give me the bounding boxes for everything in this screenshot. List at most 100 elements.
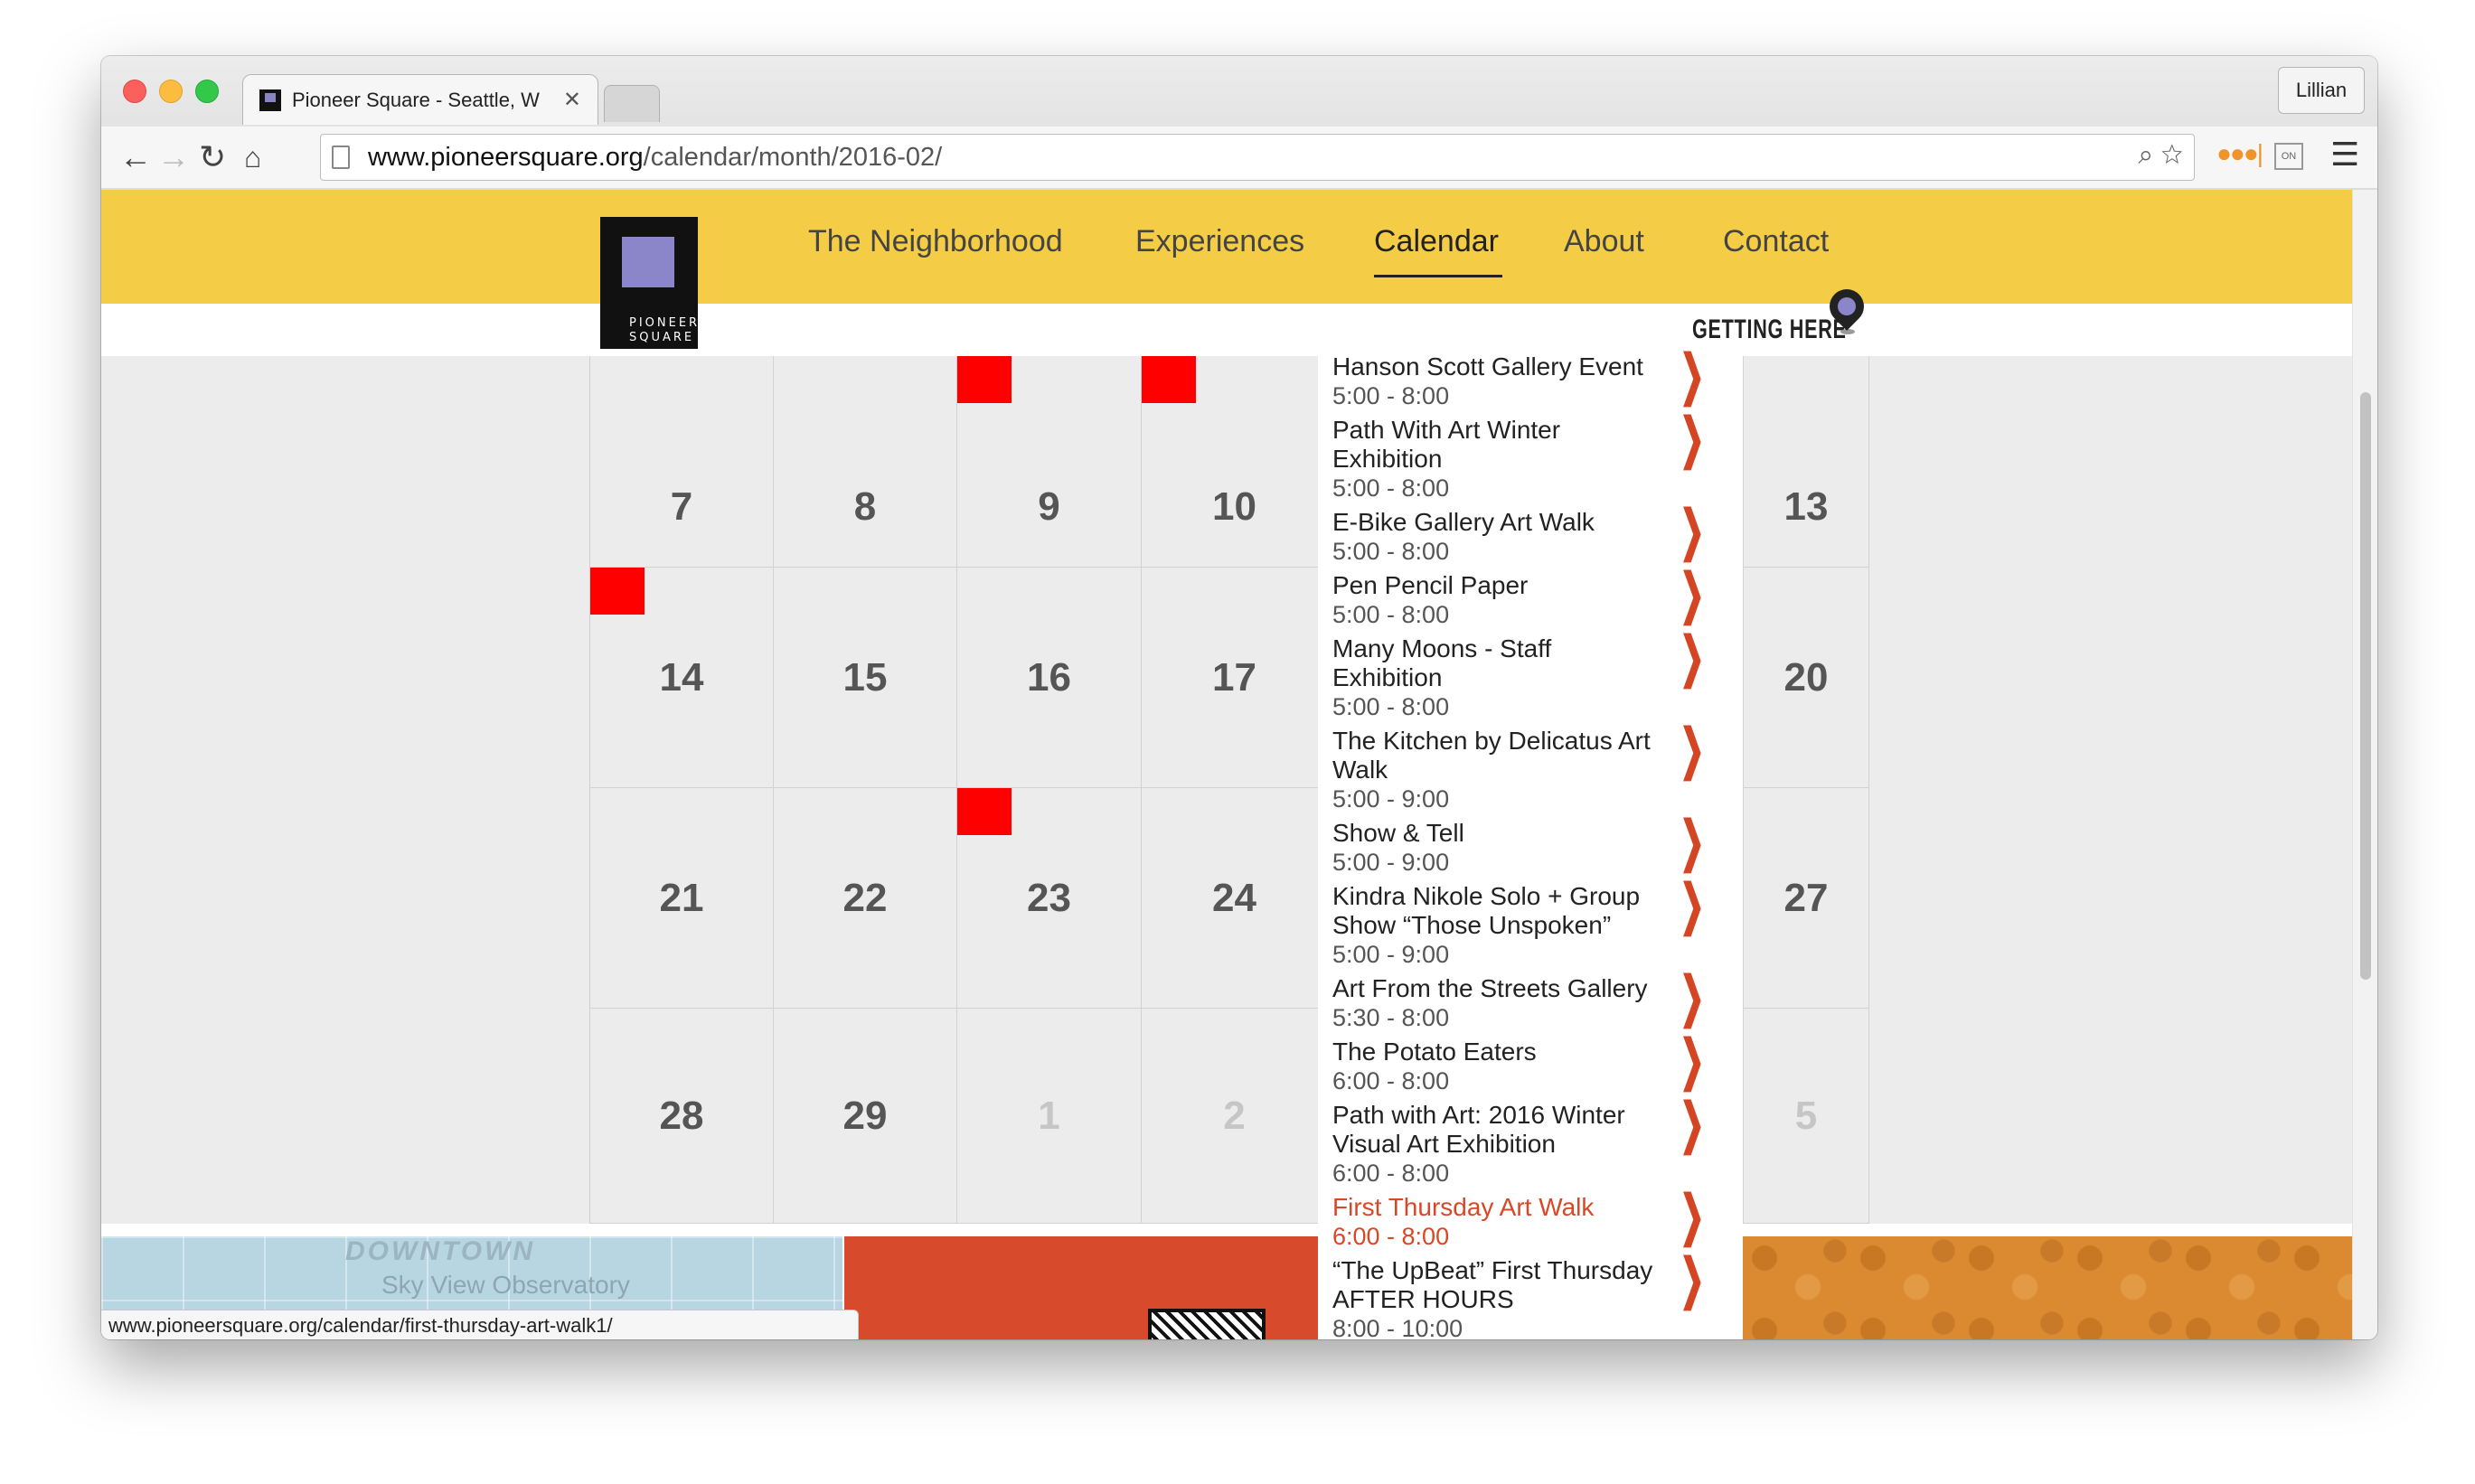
event-list-item[interactable]: Path With Art Winter Exhibition 5:00 - 8:… (1332, 411, 1739, 502)
nav-the-neighborhood[interactable]: The Neighborhood (808, 224, 1063, 259)
chevron-right-icon[interactable]: ❯ (1680, 878, 1705, 932)
event-time: 5:00 - 8:00 (1332, 693, 1450, 720)
event-list-item[interactable]: First Thursday Art Walk 6:00 - 8:00 ❯ (1332, 1188, 1739, 1251)
map-label-downtown: DOWNTOWN (345, 1236, 536, 1266)
close-tab-icon[interactable]: ✕ (563, 87, 581, 113)
calendar-day-cell[interactable]: 16 (957, 568, 1142, 788)
calendar-day-cell[interactable]: 13 (1744, 356, 1868, 568)
event-list-item[interactable]: Kindra Nikole Solo + Group Show “Those U… (1332, 878, 1739, 969)
event-list-item[interactable]: The Kitchen by Delicatus Art Walk 5:00 - … (1332, 722, 1739, 813)
event-indicator[interactable] (957, 356, 1012, 403)
event-title[interactable]: “The UpBeat” First Thursday AFTER HOURS (1332, 1256, 1658, 1314)
chevron-right-icon[interactable]: ❯ (1680, 1188, 1705, 1243)
event-list-item[interactable]: E-Bike Gallery Art Walk 5:00 - 8:00 ❯ (1332, 503, 1739, 566)
back-arrow-icon[interactable]: ← (119, 139, 152, 175)
chevron-right-icon[interactable]: ❯ (1680, 411, 1705, 465)
pioneer-square-logo[interactable]: PIONEER SQUARE (600, 217, 698, 349)
calendar-day-cell[interactable]: 17 (1142, 568, 1328, 788)
event-title[interactable]: First Thursday Art Walk (1332, 1193, 1658, 1222)
profile-button[interactable]: Lillian (2278, 67, 2365, 114)
close-window-button[interactable] (123, 80, 146, 103)
event-title[interactable]: E-Bike Gallery Art Walk (1332, 508, 1658, 537)
minimize-window-button[interactable] (159, 80, 183, 103)
event-list-item[interactable]: Many Moons - Staff Exhibition 5:00 - 8:00… (1332, 630, 1739, 721)
event-title[interactable]: Path with Art: 2016 Winter Visual Art Ex… (1332, 1101, 1658, 1159)
calendar-day-cell[interactable]: 20 (1744, 568, 1868, 788)
browser-menu-icon[interactable]: ☰ (2330, 136, 2359, 174)
event-time: 5:30 - 8:00 (1332, 1004, 1450, 1031)
getting-here-link[interactable]: GETTING HERE (1692, 315, 1847, 345)
maximize-window-button[interactable] (195, 80, 219, 103)
calendar-day-number: 8 (853, 484, 877, 529)
new-tab-button[interactable] (604, 85, 660, 122)
chevron-right-icon[interactable]: ❯ (1680, 722, 1705, 776)
event-title[interactable]: Path With Art Winter Exhibition (1332, 416, 1658, 474)
extension-box-icon[interactable]: ON (2274, 143, 2303, 170)
event-list-item[interactable]: Show & Tell 5:00 - 9:00 ❯ (1332, 814, 1739, 877)
texture-feature-tile[interactable] (1743, 1236, 2352, 1339)
event-list-item[interactable]: The Potato Eaters 6:00 - 8:00 ❯ (1332, 1033, 1739, 1095)
calendar-day-cell[interactable]: 1 (957, 1009, 1142, 1224)
nav-about[interactable]: About (1564, 224, 1644, 259)
active-nav-underline (1374, 275, 1502, 277)
address-bar[interactable]: www.pioneersquare.org/calendar/month/201… (320, 134, 2195, 181)
event-title[interactable]: Pen Pencil Paper (1332, 571, 1658, 600)
chevron-right-icon[interactable]: ❯ (1680, 970, 1705, 1024)
calendar-day-cell[interactable]: 29 (774, 1009, 957, 1224)
calendar-day-number: 2 (1223, 1093, 1246, 1138)
orange-feature-tile[interactable] (844, 1236, 1318, 1339)
url-host: www.pioneersquare.org (368, 142, 644, 172)
event-list-item[interactable]: “The UpBeat” First Thursday AFTER HOURS 8… (1332, 1252, 1739, 1340)
calendar-day-cell[interactable]: 7 (590, 356, 774, 568)
calendar-day-cell[interactable]: 27 (1744, 788, 1868, 1009)
forward-arrow-icon[interactable]: → (157, 139, 190, 175)
reload-icon[interactable]: ↻ (199, 139, 226, 175)
event-time: 5:00 - 8:00 (1332, 538, 1450, 565)
chevron-right-icon[interactable]: ❯ (1680, 1096, 1705, 1151)
chevron-right-icon[interactable]: ❯ (1680, 1252, 1705, 1306)
calendar-day-cell[interactable]: 9 (957, 356, 1142, 568)
calendar-day-cell[interactable]: 14 (590, 568, 774, 788)
chevron-right-icon[interactable]: ❯ (1680, 567, 1705, 621)
calendar-day-cell[interactable]: 8 (774, 356, 957, 568)
calendar-grid: 7 8 9 10 14 15 16 17 21 22 23 24 28 29 1 2 (589, 356, 1328, 1224)
event-indicator[interactable] (1142, 356, 1196, 403)
search-icon[interactable]: ⌕ (2138, 140, 2153, 170)
chevron-right-icon[interactable]: ❯ (1680, 630, 1705, 684)
scrollbar-thumb[interactable] (2360, 392, 2371, 980)
page-scrollbar[interactable] (2352, 190, 2377, 1339)
event-list-item[interactable]: Path with Art: 2016 Winter Visual Art Ex… (1332, 1096, 1739, 1188)
calendar-day-cell[interactable]: 23 (957, 788, 1142, 1009)
nav-contact[interactable]: Contact (1723, 224, 1829, 259)
nav-experiences[interactable]: Experiences (1135, 224, 1304, 259)
event-title[interactable]: Hanson Scott Gallery Event (1332, 352, 1658, 381)
event-list-item[interactable]: Hanson Scott Gallery Event 5:00 - 8:00 ❯ (1332, 348, 1739, 410)
event-title[interactable]: The Kitchen by Delicatus Art Walk (1332, 727, 1658, 784)
extension-dots-icon[interactable]: ●●●| (2216, 139, 2263, 168)
event-title[interactable]: Kindra Nikole Solo + Group Show “Those U… (1332, 882, 1658, 940)
event-title[interactable]: The Potato Eaters (1332, 1038, 1658, 1066)
event-indicator[interactable] (957, 788, 1012, 835)
chevron-right-icon[interactable]: ❯ (1680, 503, 1705, 558)
calendar-day-cell[interactable]: 22 (774, 788, 957, 1009)
calendar-day-cell[interactable]: 28 (590, 1009, 774, 1224)
chevron-right-icon[interactable]: ❯ (1680, 348, 1705, 402)
nav-calendar[interactable]: Calendar (1374, 224, 1499, 259)
chevron-right-icon[interactable]: ❯ (1680, 814, 1705, 869)
home-icon[interactable]: ⌂ (244, 139, 261, 175)
event-title[interactable]: Many Moons - Staff Exhibition (1332, 634, 1658, 692)
browser-tab[interactable]: Pioneer Square - Seattle, W ✕ (242, 74, 598, 125)
calendar-day-cell[interactable]: 10 (1142, 356, 1328, 568)
calendar-day-cell[interactable]: 15 (774, 568, 957, 788)
event-list-item[interactable]: Pen Pencil Paper 5:00 - 8:00 ❯ (1332, 567, 1739, 629)
event-title[interactable]: Show & Tell (1332, 819, 1658, 848)
bookmark-star-icon[interactable]: ☆ (2161, 140, 2183, 170)
event-title[interactable]: Art From the Streets Gallery (1332, 974, 1658, 1003)
calendar-day-cell[interactable]: 24 (1142, 788, 1328, 1009)
calendar-day-cell[interactable]: 21 (590, 788, 774, 1009)
event-list-item[interactable]: Art From the Streets Gallery 5:30 - 8:00 ❯ (1332, 970, 1739, 1032)
calendar-day-cell[interactable]: 2 (1142, 1009, 1328, 1224)
event-indicator[interactable] (590, 568, 645, 615)
chevron-right-icon[interactable]: ❯ (1680, 1033, 1705, 1087)
calendar-day-cell[interactable]: 5 (1744, 1009, 1868, 1224)
